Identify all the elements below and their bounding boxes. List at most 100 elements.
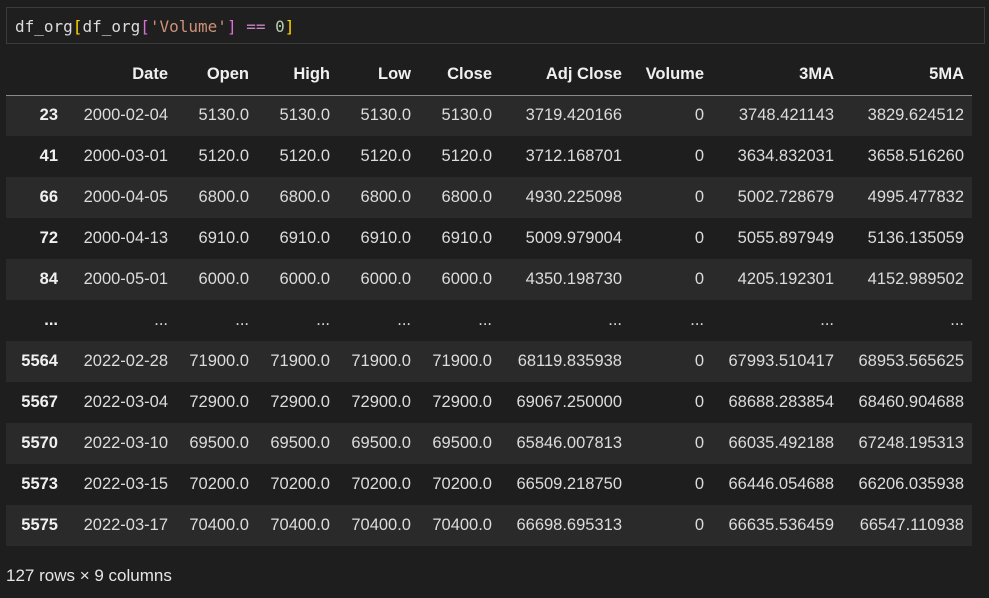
row-index: 66: [39, 188, 58, 206]
table-cell: 70200.0: [351, 475, 411, 493]
table-cell: 5002.728679: [737, 188, 834, 206]
code-cell-input[interactable]: df_org[df_org['Volume'] == 0]: [6, 7, 985, 44]
table-cell: 2022-03-17: [83, 516, 168, 534]
table-cell: 6910.0: [441, 229, 492, 247]
table-cell: 69500.0: [189, 434, 249, 452]
table-cell: 0: [694, 270, 704, 288]
table-cell: 71900.0: [432, 352, 492, 370]
table-cell: 5130.0: [360, 106, 411, 125]
table-cell: 2022-03-04: [83, 393, 168, 411]
table-cell: 0: [694, 188, 704, 206]
table-cell: 3634.832031: [737, 147, 834, 165]
table-cell: 6910.0: [198, 229, 249, 247]
column-header: Open: [176, 54, 257, 96]
table-cell: ...: [397, 311, 411, 329]
table-cell: 5055.897949: [737, 229, 834, 247]
code-var: df_org: [15, 17, 73, 36]
row-index: 84: [39, 270, 58, 288]
table-row: 5564 2022-02-28 71900.0 71900.0 71900.0 71900…: [6, 341, 972, 382]
table-cell: 6000.0: [360, 270, 411, 288]
table-cell: 6000.0: [198, 270, 249, 288]
table-row: 5567 2022-03-04 72900.0 72900.0 72900.0 72900…: [6, 382, 972, 423]
table-cell: 0: [694, 393, 704, 411]
table-cell: 6910.0: [360, 229, 411, 247]
table-cell: 70400.0: [432, 516, 492, 534]
table-cell: 69500.0: [351, 434, 411, 452]
table-cell: 0: [694, 516, 704, 534]
table-cell: 70400.0: [351, 516, 411, 534]
table-cell: 66547.110938: [859, 516, 964, 534]
table-cell: 3712.168701: [525, 147, 622, 165]
code-bracket: [: [140, 17, 150, 36]
row-index: 5567: [21, 393, 58, 411]
table-cell: 2022-03-15: [83, 475, 168, 493]
table-cell: 70200.0: [432, 475, 492, 493]
table-cell: 2022-02-28: [83, 352, 168, 370]
row-index: 5564: [21, 352, 58, 370]
row-column-summary: 127 rows × 9 columns: [6, 566, 172, 585]
table-cell: 72900.0: [270, 393, 330, 411]
table-cell: 6800.0: [441, 188, 492, 206]
table-cell: 2000-04-05: [83, 188, 168, 206]
table-cell: 5120.0: [198, 147, 249, 165]
table-cell: 2022-03-10: [83, 434, 168, 452]
table-cell: 2000-03-01: [83, 147, 168, 165]
table-cell: 5130.0: [279, 106, 330, 125]
column-header: 3MA: [712, 54, 842, 96]
table-cell: 66509.218750: [516, 475, 622, 493]
table-cell: 3829.624512: [867, 106, 964, 125]
row-index: 5570: [21, 434, 58, 452]
table-cell: 5130.0: [198, 106, 249, 125]
row-index: 23: [39, 106, 58, 125]
table-cell: 6800.0: [279, 188, 330, 206]
table-cell: 4930.225098: [525, 188, 622, 206]
table-cell: 68688.283854: [728, 393, 834, 411]
table-cell: 5120.0: [279, 147, 330, 165]
table-cell: 68119.835938: [517, 352, 622, 370]
table-cell: 71900.0: [189, 352, 249, 370]
table-cell: 4205.192301: [737, 270, 834, 288]
table-cell: 70200.0: [189, 475, 249, 493]
table-cell: 70200.0: [270, 475, 330, 493]
table-cell: ...: [478, 311, 492, 329]
table-row: 66 2000-04-05 6800.0 6800.0 6800.0 6800.0 4930…: [6, 177, 972, 218]
table-row: 5570 2022-03-10 69500.0 69500.0 69500.0 69500…: [6, 423, 972, 464]
table-cell: ...: [950, 311, 964, 329]
table-header-row: Date Open High Low Close Adj Close Volume 3MA 5M…: [6, 54, 972, 96]
table-row: 72 2000-04-13 6910.0 6910.0 6910.0 6910.0 5009…: [6, 218, 972, 259]
row-index: ...: [44, 311, 58, 329]
row-index: 72: [39, 229, 58, 247]
table-cell: 66698.695313: [516, 516, 622, 534]
table-cell: ...: [316, 311, 330, 329]
table-cell: 3748.421143: [738, 106, 834, 125]
table-cell: 4995.477832: [867, 188, 964, 206]
table-cell: 3719.420166: [525, 106, 622, 125]
column-header: Close: [419, 54, 500, 96]
table-cell: 66206.035938: [858, 475, 964, 493]
table-cell: 6800.0: [198, 188, 249, 206]
table-cell: 6000.0: [279, 270, 330, 288]
table-cell: 69500.0: [270, 434, 330, 452]
table-cell: 66446.054688: [728, 475, 834, 493]
table-row: 5575 2022-03-17 70400.0 70400.0 70400.0 70400…: [6, 505, 972, 546]
code-bracket: [: [72, 17, 83, 36]
table-cell: 6910.0: [279, 229, 330, 247]
table-cell: ...: [608, 311, 622, 329]
table-cell: 2000-02-04: [83, 106, 168, 125]
index-header: [6, 54, 66, 96]
table-cell: ...: [154, 311, 168, 329]
code-var: df_org: [82, 17, 141, 36]
table-cell: 5009.979004: [525, 229, 622, 247]
code-bracket: ]: [226, 17, 237, 36]
table-cell: 4152.989502: [867, 270, 964, 288]
table-cell: 4350.198730: [525, 270, 622, 288]
table-row: 84 2000-05-01 6000.0 6000.0 6000.0 6000.0 4350…: [6, 259, 972, 300]
table-cell: 0: [694, 475, 704, 493]
table-cell: 3658.516260: [867, 147, 964, 165]
table-cell: 67248.195313: [858, 434, 964, 452]
table-cell: 68460.904688: [858, 393, 964, 411]
table-cell: 5120.0: [360, 147, 411, 165]
table-cell: 68953.565625: [858, 352, 964, 370]
table-cell: 6800.0: [360, 188, 411, 206]
table-row: 23 2000-02-04 5130.0 5130.0 5130.0 5130.0 3719…: [6, 95, 972, 136]
